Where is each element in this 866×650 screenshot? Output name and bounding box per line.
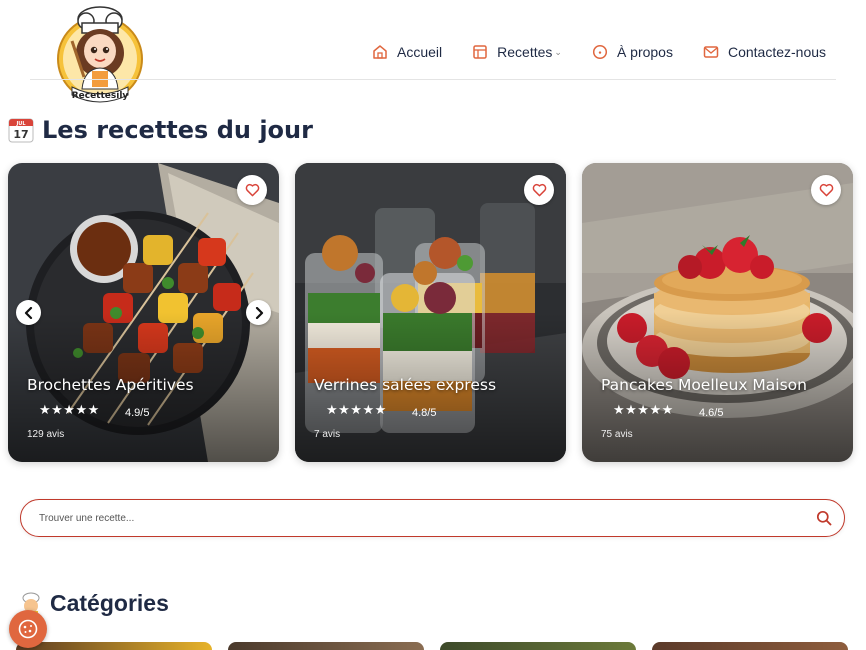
cookie-icon: [18, 619, 38, 639]
rating-value: 4.8/5: [412, 407, 437, 419]
recipe-title: Brochettes Apéritives: [27, 376, 194, 394]
heart-icon: [245, 183, 259, 197]
category-thumbnail[interactable]: [228, 642, 424, 650]
nav-label: À propos: [616, 44, 673, 60]
recipe-card[interactable]: Pancakes Moelleux Maison ★★★★★ 4.6/5 75 …: [582, 163, 853, 462]
nav-label: Recettes: [497, 44, 553, 60]
svg-text:Recettesily: Recettesily: [72, 91, 129, 101]
recipe-card[interactable]: Brochettes Apéritives ★★★★★ 4.9/5 129 av…: [8, 163, 279, 462]
review-count: 129 avis: [27, 429, 65, 440]
home-icon: [373, 45, 387, 59]
rating-value: 4.6/5: [699, 407, 724, 419]
recipes-icon: [473, 45, 487, 59]
search-input[interactable]: [39, 509, 779, 527]
category-thumbnail[interactable]: [16, 642, 212, 650]
daily-recipes-carousel: Brochettes Apéritives ★★★★★ 4.9/5 129 av…: [8, 163, 858, 463]
chevron-right-icon: [255, 306, 263, 319]
svg-text:17: 17: [13, 128, 28, 141]
search-icon[interactable]: [816, 510, 832, 530]
chevron-down-icon: ⌄: [554, 46, 562, 57]
rating-value: 4.9/5: [125, 407, 150, 419]
recipe-search-bar: [20, 499, 845, 537]
review-count: 7 avis: [314, 429, 341, 440]
category-thumbnail[interactable]: [652, 642, 848, 650]
info-icon: [592, 44, 607, 60]
main-nav: Accueil Recettes ⌄ À propos Contactez-no…: [372, 44, 826, 60]
nav-label: Accueil: [397, 44, 443, 60]
mail-icon: [703, 46, 719, 58]
daily-recipes-title: JUL 17 Les recettes du jour: [8, 116, 313, 144]
site-header: Recettesily Accueil Recettes ⌄ À propos …: [0, 0, 866, 103]
cookie-settings-button[interactable]: [9, 610, 47, 648]
heart-icon: [532, 183, 546, 197]
calendar-icon: JUL 17: [8, 117, 34, 143]
recipe-title: Verrines salées express: [314, 376, 497, 394]
site-logo[interactable]: Recettesily: [54, 5, 146, 103]
carousel-prev-button[interactable]: [16, 300, 41, 325]
svg-text:JUL: JUL: [15, 121, 26, 127]
categories-title-text: Catégories: [50, 590, 169, 616]
heart-icon: [819, 183, 833, 197]
nav-label: Contactez-nous: [727, 44, 827, 60]
nav-item-contact[interactable]: Contactez-nous: [703, 44, 826, 60]
favorite-button[interactable]: [524, 175, 554, 205]
header-divider: [30, 79, 836, 80]
category-thumbnails: [0, 642, 866, 650]
review-count: 75 avis: [601, 429, 633, 440]
categories-title: Catégories: [18, 590, 169, 617]
section-title-text: Les recettes du jour: [42, 116, 313, 144]
star-rating-icons: ★★★★★: [326, 403, 387, 418]
nav-item-recettes[interactable]: Recettes ⌄: [472, 44, 562, 60]
nav-item-accueil[interactable]: Accueil: [372, 44, 442, 60]
star-rating-icons: ★★★★★: [613, 403, 674, 418]
carousel-next-button[interactable]: [246, 300, 271, 325]
category-thumbnail[interactable]: [440, 642, 636, 650]
star-rating-icons: ★★★★★: [39, 403, 100, 418]
recipe-title: Pancakes Moelleux Maison: [601, 376, 807, 394]
nav-item-a-propos[interactable]: À propos: [592, 44, 673, 60]
favorite-button[interactable]: [811, 175, 841, 205]
chevron-left-icon: [24, 306, 32, 319]
recipe-card[interactable]: Verrines salées express ★★★★★ 4.8/5 7 av…: [295, 163, 566, 462]
favorite-button[interactable]: [237, 175, 267, 205]
